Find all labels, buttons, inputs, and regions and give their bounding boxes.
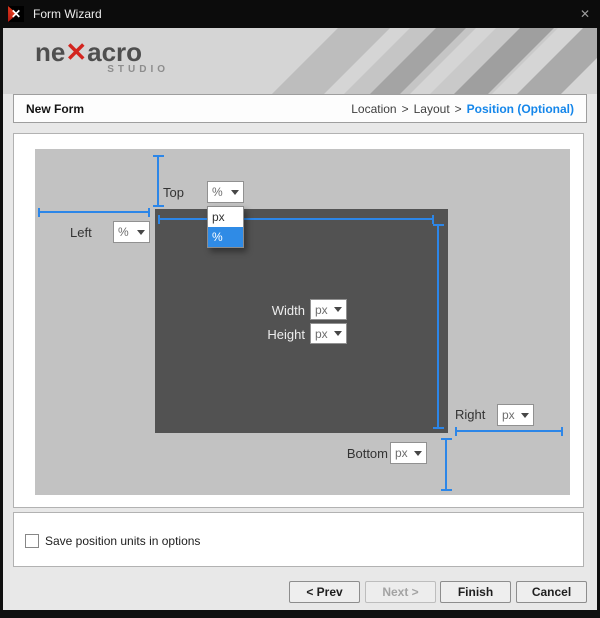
top-measure-line <box>157 155 159 207</box>
dropdown-option-px[interactable]: px <box>208 207 243 227</box>
width-measure-line <box>158 218 434 220</box>
chevron-down-icon <box>414 451 422 456</box>
bottom-unit-value: px <box>395 446 408 460</box>
form-area-rect <box>155 209 448 433</box>
right-unit-combobox[interactable]: px <box>497 404 534 426</box>
height-unit-combobox[interactable]: px <box>310 323 347 344</box>
chevron-down-icon <box>521 413 529 418</box>
page-title: New Form <box>26 102 351 116</box>
logo-wordmark: ne✕acro <box>35 38 171 66</box>
bottom-label: Bottom <box>331 446 388 461</box>
top-unit-value: % <box>212 185 223 199</box>
finish-button[interactable]: Finish <box>440 581 511 603</box>
breadcrumb-separator: > <box>402 102 409 116</box>
chevron-down-icon <box>334 331 342 336</box>
width-unit-value: px <box>315 303 328 317</box>
right-measure-line <box>455 430 563 432</box>
save-units-row[interactable]: Save position units in options <box>25 534 200 548</box>
nexacro-app-icon: ✕ <box>8 6 24 22</box>
logo-acro: acro <box>87 37 142 67</box>
top-unit-dropdown-list: px % <box>207 206 244 248</box>
left-unit-value: % <box>118 225 129 239</box>
width-label: Width <box>245 303 305 318</box>
top-unit-combobox[interactable]: % <box>207 181 244 203</box>
breadcrumb-step-layout: Layout <box>414 102 450 116</box>
save-units-label: Save position units in options <box>45 534 200 548</box>
left-unit-combobox[interactable]: % <box>113 221 150 243</box>
logo-x-glyph: ✕ <box>65 37 87 67</box>
chevron-down-icon <box>137 230 145 235</box>
header-band: ne✕acro STUDIO <box>3 28 597 94</box>
dropdown-option-percent[interactable]: % <box>208 227 243 247</box>
titlebar[interactable]: ✕ Form Wizard ✕ <box>0 0 600 28</box>
save-units-checkbox[interactable] <box>25 534 39 548</box>
breadcrumb-separator: > <box>455 102 462 116</box>
right-label: Right <box>455 407 485 422</box>
window-border-bottom <box>0 610 600 618</box>
height-unit-value: px <box>315 327 328 341</box>
right-unit-value: px <box>502 408 515 422</box>
breadcrumb: Location > Layout > Position (Optional) <box>351 102 574 116</box>
nexacro-studio-logo: ne✕acro STUDIO <box>35 38 171 75</box>
height-label: Height <box>240 327 305 342</box>
next-button[interactable]: Next > <box>365 581 436 603</box>
left-label: Left <box>70 225 92 240</box>
prev-button[interactable]: < Prev <box>289 581 360 603</box>
left-measure-line <box>38 211 150 213</box>
close-icon[interactable]: ✕ <box>580 7 590 21</box>
form-wizard-dialog: ✕ Form Wizard ✕ ne✕acro STUDIO New Form … <box>0 0 600 618</box>
width-unit-combobox[interactable]: px <box>310 299 347 320</box>
top-label: Top <box>163 185 184 200</box>
height-measure-line <box>437 224 439 429</box>
window-border-left <box>0 0 3 618</box>
window-title: Form Wizard <box>33 7 580 21</box>
nexacro-icon-cross: ✕ <box>8 6 24 22</box>
cancel-button[interactable]: Cancel <box>516 581 587 603</box>
wizard-header-bar: New Form Location > Layout > Position (Optio… <box>13 94 587 123</box>
breadcrumb-step-position: Position (Optional) <box>467 102 574 116</box>
logo-ne: ne <box>35 37 65 67</box>
bottom-measure-line <box>445 438 447 491</box>
breadcrumb-step-location: Location <box>351 102 396 116</box>
bottom-unit-combobox[interactable]: px <box>390 442 427 464</box>
chevron-down-icon <box>231 190 239 195</box>
chevron-down-icon <box>334 307 342 312</box>
